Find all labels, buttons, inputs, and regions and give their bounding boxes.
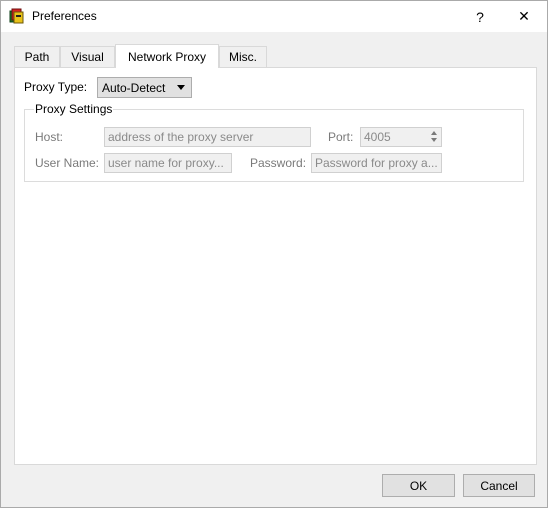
close-button[interactable]: ✕ — [501, 1, 547, 32]
spinner-arrows-icon[interactable] — [430, 130, 439, 144]
port-value: 4005 — [364, 130, 391, 144]
port-spinner[interactable]: 4005 — [360, 127, 442, 147]
tab-network-proxy[interactable]: Network Proxy — [115, 44, 219, 68]
network-proxy-panel: Proxy Type: Auto-Detect Proxy Settings H… — [14, 67, 537, 465]
tab-misc[interactable]: Misc. — [219, 46, 267, 67]
cancel-button[interactable]: Cancel — [463, 474, 535, 497]
preferences-app-icon — [9, 8, 25, 24]
host-label: Host: — [35, 130, 64, 144]
password-input[interactable]: Password for proxy a... — [311, 153, 442, 173]
host-input[interactable]: address of the proxy server — [104, 127, 311, 147]
title-bar: Preferences ? ✕ — [1, 1, 547, 32]
proxy-settings-title: Proxy Settings — [34, 102, 114, 116]
username-input[interactable]: user name for proxy... — [104, 153, 232, 173]
password-label: Password: — [250, 156, 307, 170]
window-title: Preferences — [32, 9, 97, 23]
help-button[interactable]: ? — [457, 1, 503, 32]
ok-button[interactable]: OK — [382, 474, 455, 497]
close-icon: ✕ — [518, 8, 530, 24]
proxy-type-label: Proxy Type: — [24, 80, 88, 94]
chevron-down-icon — [177, 85, 185, 90]
tab-visual[interactable]: Visual — [60, 46, 115, 67]
proxy-settings-group: Proxy Settings Host: address of the prox… — [24, 102, 524, 182]
port-label: Port: — [328, 130, 354, 144]
proxy-type-dropdown[interactable]: Auto-Detect — [97, 77, 192, 98]
proxy-type-value: Auto-Detect — [102, 80, 166, 95]
preferences-dialog: Preferences ? ✕ Path Visual Network Prox… — [0, 0, 548, 508]
tab-path[interactable]: Path — [14, 46, 60, 67]
username-label: User Name: — [35, 156, 100, 170]
